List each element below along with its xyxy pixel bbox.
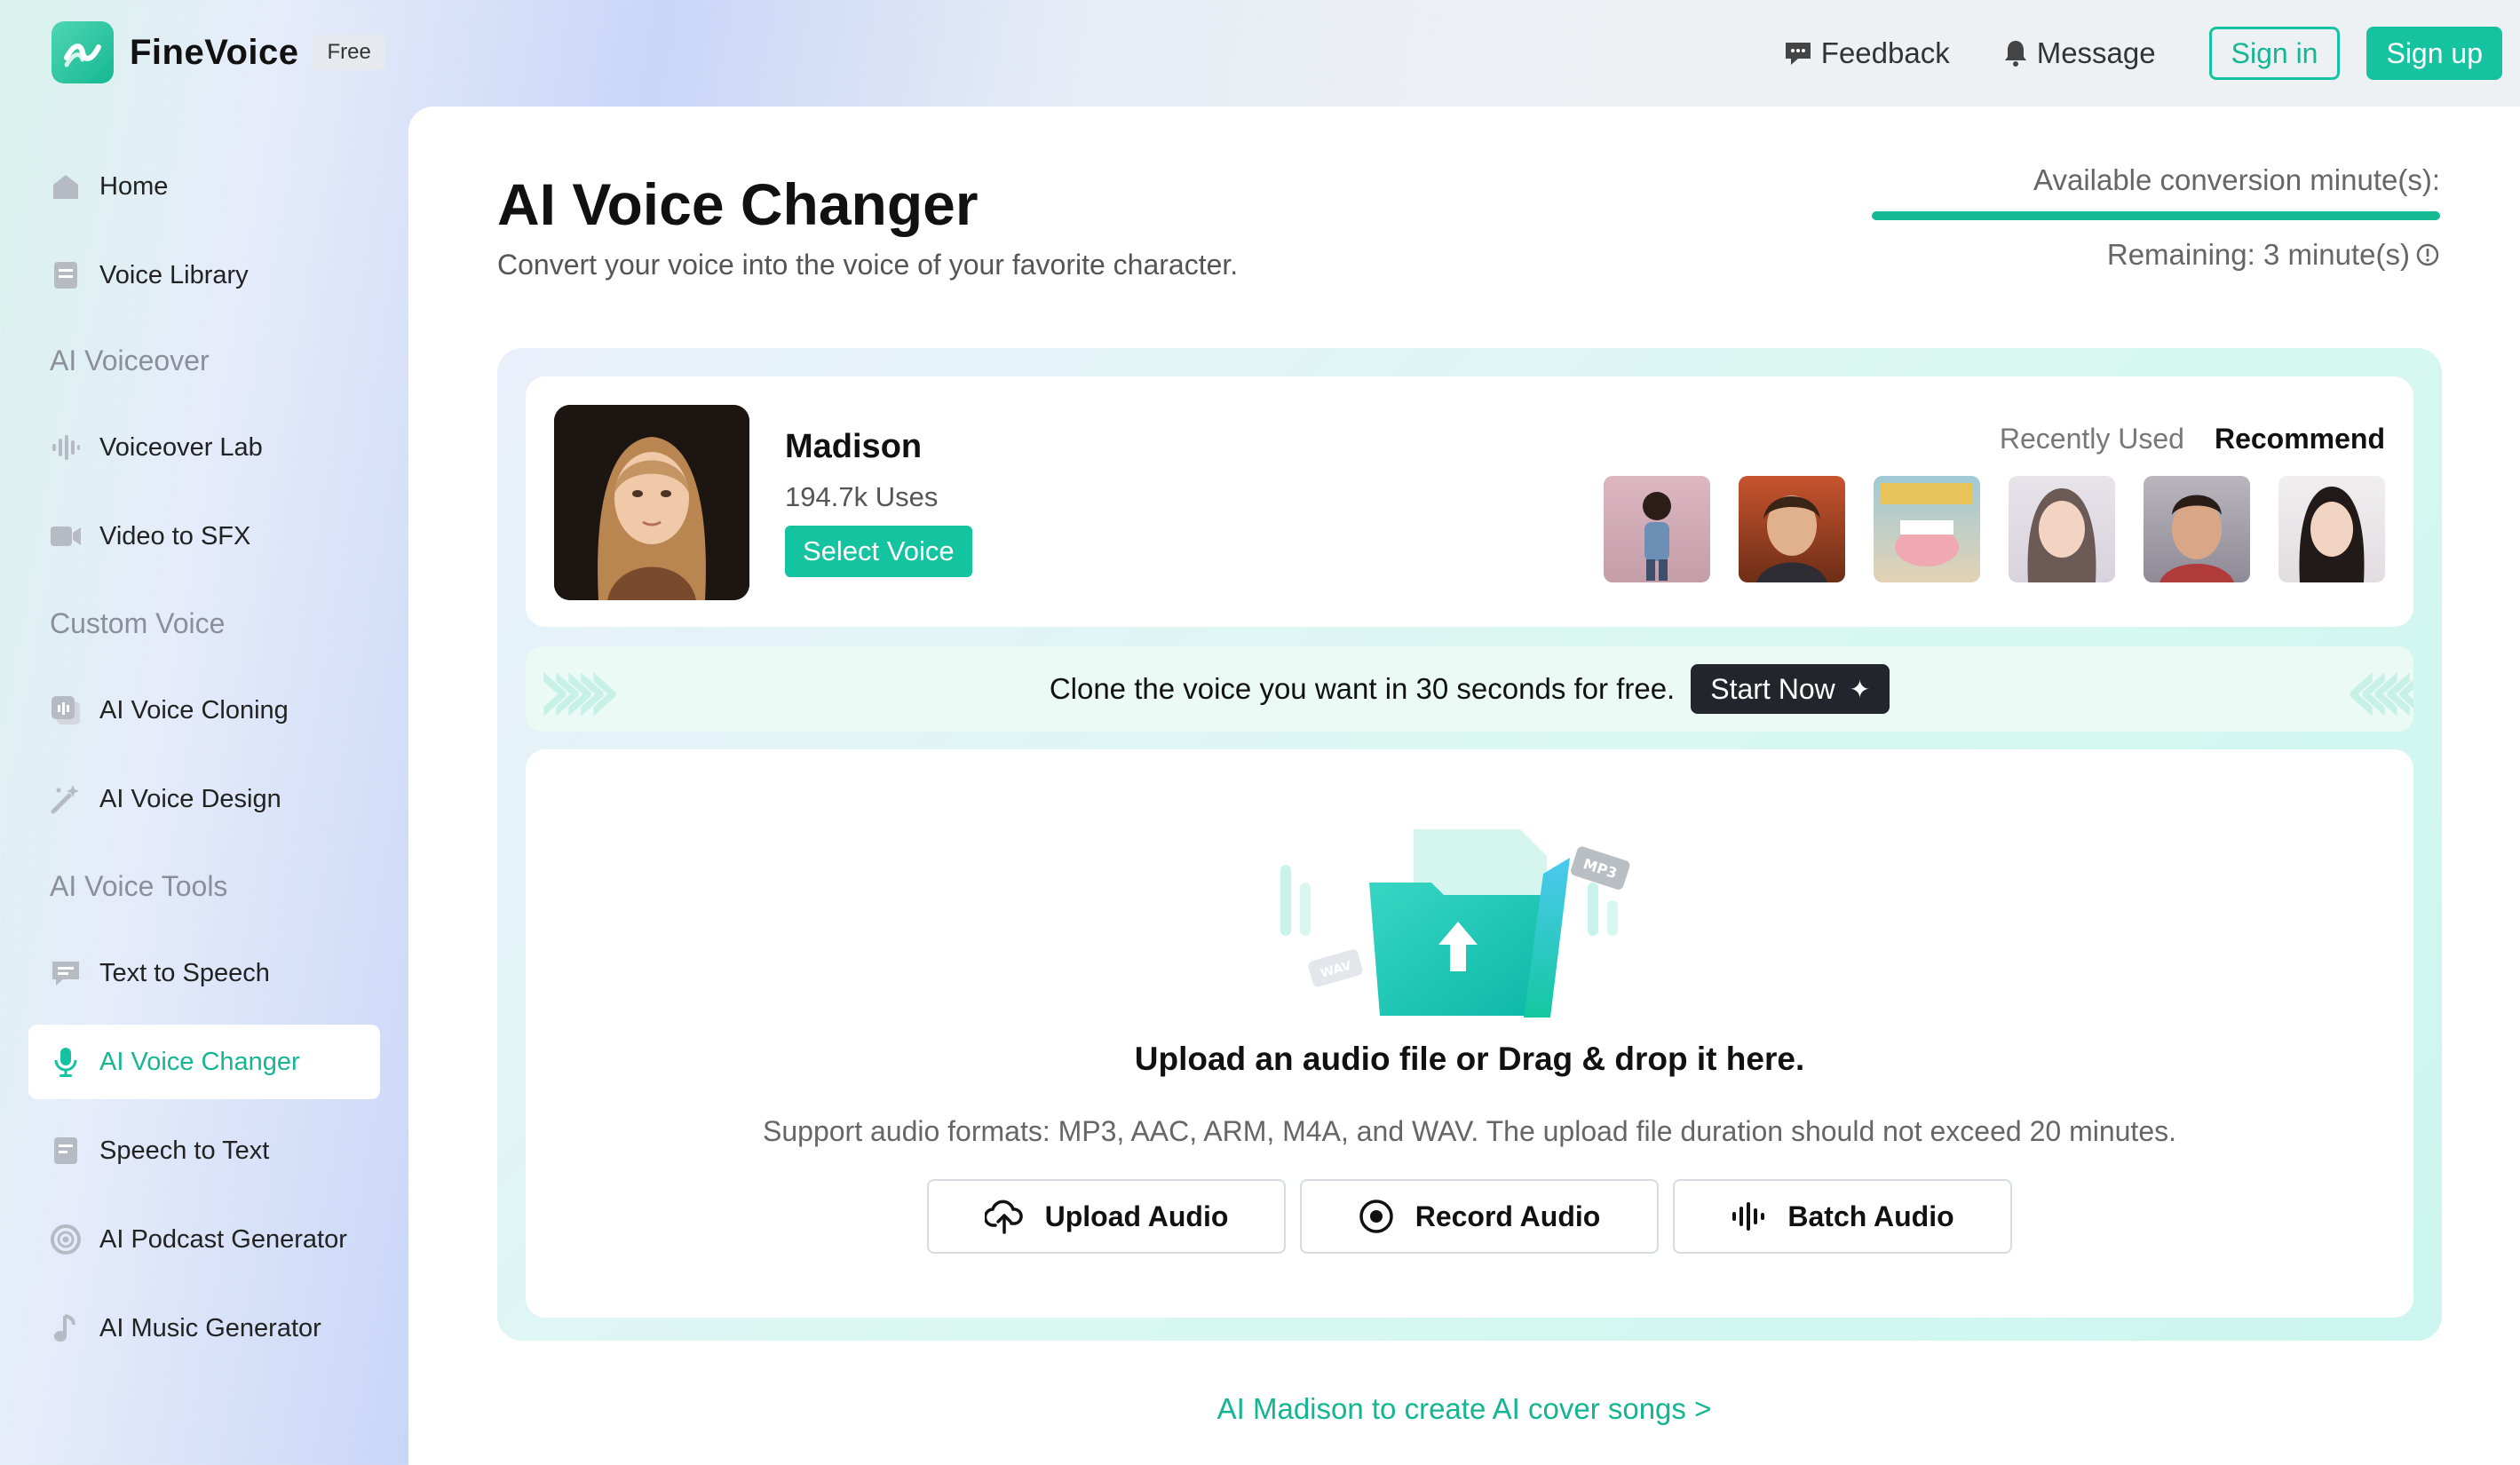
info-icon[interactable] [2415, 242, 2440, 267]
clone-promo-banner: ››››› ‹‹‹‹‹ Clone the voice you want in … [526, 646, 2413, 732]
home-icon [50, 170, 82, 202]
sidebar-item-label: AI Podcast Generator [99, 1224, 347, 1254]
upload-formats-note: Support audio formats: MP3, AAC, ARM, M4… [763, 1115, 2176, 1147]
sidebar-item-label: Speech to Text [99, 1136, 270, 1165]
sidebar-item-video-to-sfx[interactable]: Video to SFX [28, 499, 380, 574]
message-link[interactable]: Message [2003, 36, 2156, 70]
voice-thumbnail[interactable] [2144, 476, 2250, 582]
sidebar-item-label: AI Voice Cloning [99, 695, 289, 725]
sidebar-item-label: AI Music Generator [99, 1313, 321, 1342]
sidebar-item-label: AI Voice Design [99, 784, 281, 813]
video-icon [50, 520, 82, 552]
quota-remaining: Remaining: 3 minute(s) [1854, 238, 2440, 272]
app-logo[interactable]: FineVoice Free [52, 21, 385, 83]
sparkle-icon: ✦ [1849, 675, 1871, 703]
quota-progress-bar [1872, 211, 2440, 220]
sidebar-heading-custom-voice: Custom Voice [50, 607, 226, 639]
page-title: AI Voice Changer [497, 171, 979, 237]
start-now-label: Start Now [1710, 672, 1835, 705]
main-panel: AI Voice Changer Convert your voice into… [408, 107, 2520, 1465]
start-now-button[interactable]: Start Now ✦ [1691, 664, 1890, 714]
batch-audio-button[interactable]: Batch Audio [1673, 1179, 2012, 1254]
sidebar-item-ai-podcast-generator[interactable]: AI Podcast Generator [28, 1202, 380, 1277]
sidebar-item-label: Text to Speech [99, 958, 270, 987]
feedback-link[interactable]: Feedback [1784, 36, 1950, 70]
voice-uses: 194.7k Uses [785, 481, 939, 512]
record-icon [1359, 1200, 1393, 1233]
voice-changer-card: Madison 194.7k Uses Select Voice Recentl… [497, 348, 2442, 1341]
chevron-decoration-right: ‹‹‹‹‹ [2342, 646, 2413, 732]
plan-badge: Free [313, 35, 385, 70]
voice-thumbnails [1575, 476, 2385, 582]
quota-label: Available conversion minute(s): [2033, 163, 2440, 196]
record-audio-label: Record Audio [1415, 1200, 1601, 1232]
upload-audio-button[interactable]: Upload Audio [927, 1179, 1286, 1254]
folder-upload-illustration: MP3 WAV [1280, 829, 1630, 1018]
selected-voice-card: Madison 194.7k Uses Select Voice Recentl… [526, 376, 2413, 627]
upload-actions: Upload Audio Record Audio Batch Audio [526, 1179, 2413, 1254]
sidebar-item-ai-voice-design[interactable]: AI Voice Design [28, 762, 380, 836]
sidebar-item-label: Home [99, 171, 169, 201]
tab-recommend[interactable]: Recommend [2215, 423, 2385, 455]
feedback-label: Feedback [1820, 36, 1950, 69]
ai-cover-songs-link[interactable]: AI Madison to create AI cover songs > [408, 1392, 2520, 1426]
bell-icon [2004, 41, 2026, 67]
voice-thumbnail[interactable] [1604, 476, 1710, 582]
voice-thumbnail[interactable] [1739, 476, 1845, 582]
upload-audio-label: Upload Audio [1044, 1200, 1229, 1232]
batch-audio-label: Batch Audio [1787, 1200, 1954, 1232]
sidebar-item-label: Voice Library [99, 260, 249, 289]
voice-thumbnail[interactable] [2009, 476, 2115, 582]
record-audio-button[interactable]: Record Audio [1300, 1179, 1659, 1254]
sign-in-button[interactable]: Sign in [2208, 27, 2341, 80]
sidebar-item-ai-voice-changer[interactable]: AI Voice Changer [28, 1025, 380, 1099]
sidebar-item-speech-to-text[interactable]: Speech to Text [28, 1113, 380, 1188]
sidebar-item-label: Video to SFX [99, 521, 251, 550]
cloud-upload-icon [984, 1200, 1023, 1234]
quota-remaining-text: Remaining: 3 minute(s) [2106, 238, 2410, 271]
top-bar: FineVoice Free Feedback Message Sign in … [0, 0, 2520, 107]
clone-icon [50, 694, 82, 726]
sidebar-item-text-to-speech[interactable]: Text to Speech [28, 936, 380, 1010]
sign-up-button[interactable]: Sign up [2366, 27, 2502, 80]
sidebar-item-label: Voiceover Lab [99, 432, 263, 462]
select-voice-button[interactable]: Select Voice [785, 526, 972, 577]
tab-recently-used[interactable]: Recently Used [2000, 423, 2184, 455]
sidebar-heading-ai-voice-tools: AI Voice Tools [50, 870, 228, 902]
chat-icon [50, 957, 82, 989]
message-label: Message [2036, 36, 2156, 69]
sidebar-item-home[interactable]: Home [28, 149, 380, 224]
conversion-quota: Available conversion minute(s): Remainin… [1854, 163, 2440, 272]
sidebar-item-label: AI Voice Changer [99, 1047, 300, 1076]
voice-tabs: Recently Used Recommend [1969, 423, 2385, 455]
sidebar-item-ai-music-generator[interactable]: AI Music Generator [28, 1291, 380, 1366]
promo-text: Clone the voice you want in 30 seconds f… [1049, 672, 1676, 705]
page-subtitle: Convert your voice into the voice of you… [497, 249, 1239, 281]
sidebar-heading-ai-voiceover: AI Voiceover [50, 344, 210, 376]
magic-wand-icon [50, 783, 82, 815]
document-icon [50, 1135, 82, 1167]
sidebar-item-voiceover-lab[interactable]: Voiceover Lab [28, 410, 380, 485]
music-note-icon [50, 1312, 82, 1344]
waveform-icon [50, 432, 82, 463]
sidebar-item-ai-voice-cloning[interactable]: AI Voice Cloning [28, 673, 380, 748]
upload-title: Upload an audio file or Drag & drop it h… [1134, 1041, 1805, 1077]
library-icon [50, 259, 82, 291]
sidebar-item-voice-library[interactable]: Voice Library [28, 238, 380, 313]
voice-avatar [554, 405, 749, 600]
podcast-icon [50, 1223, 82, 1255]
microphone-icon [50, 1046, 82, 1078]
quota-progress-fill [1872, 211, 2440, 220]
voice-name: Madison [785, 428, 923, 465]
waveform-icon [1732, 1202, 1765, 1231]
voice-thumbnail[interactable] [1874, 476, 1980, 582]
voice-thumbnail[interactable] [2278, 476, 2385, 582]
chevron-decoration-left: ››››› [535, 646, 623, 732]
logo-mark-icon [52, 21, 114, 83]
app-name: FineVoice [130, 32, 299, 72]
feedback-icon [1785, 43, 1811, 65]
upload-dropzone[interactable]: MP3 WAV Upload an audio file or Drag & d… [526, 749, 2413, 1318]
